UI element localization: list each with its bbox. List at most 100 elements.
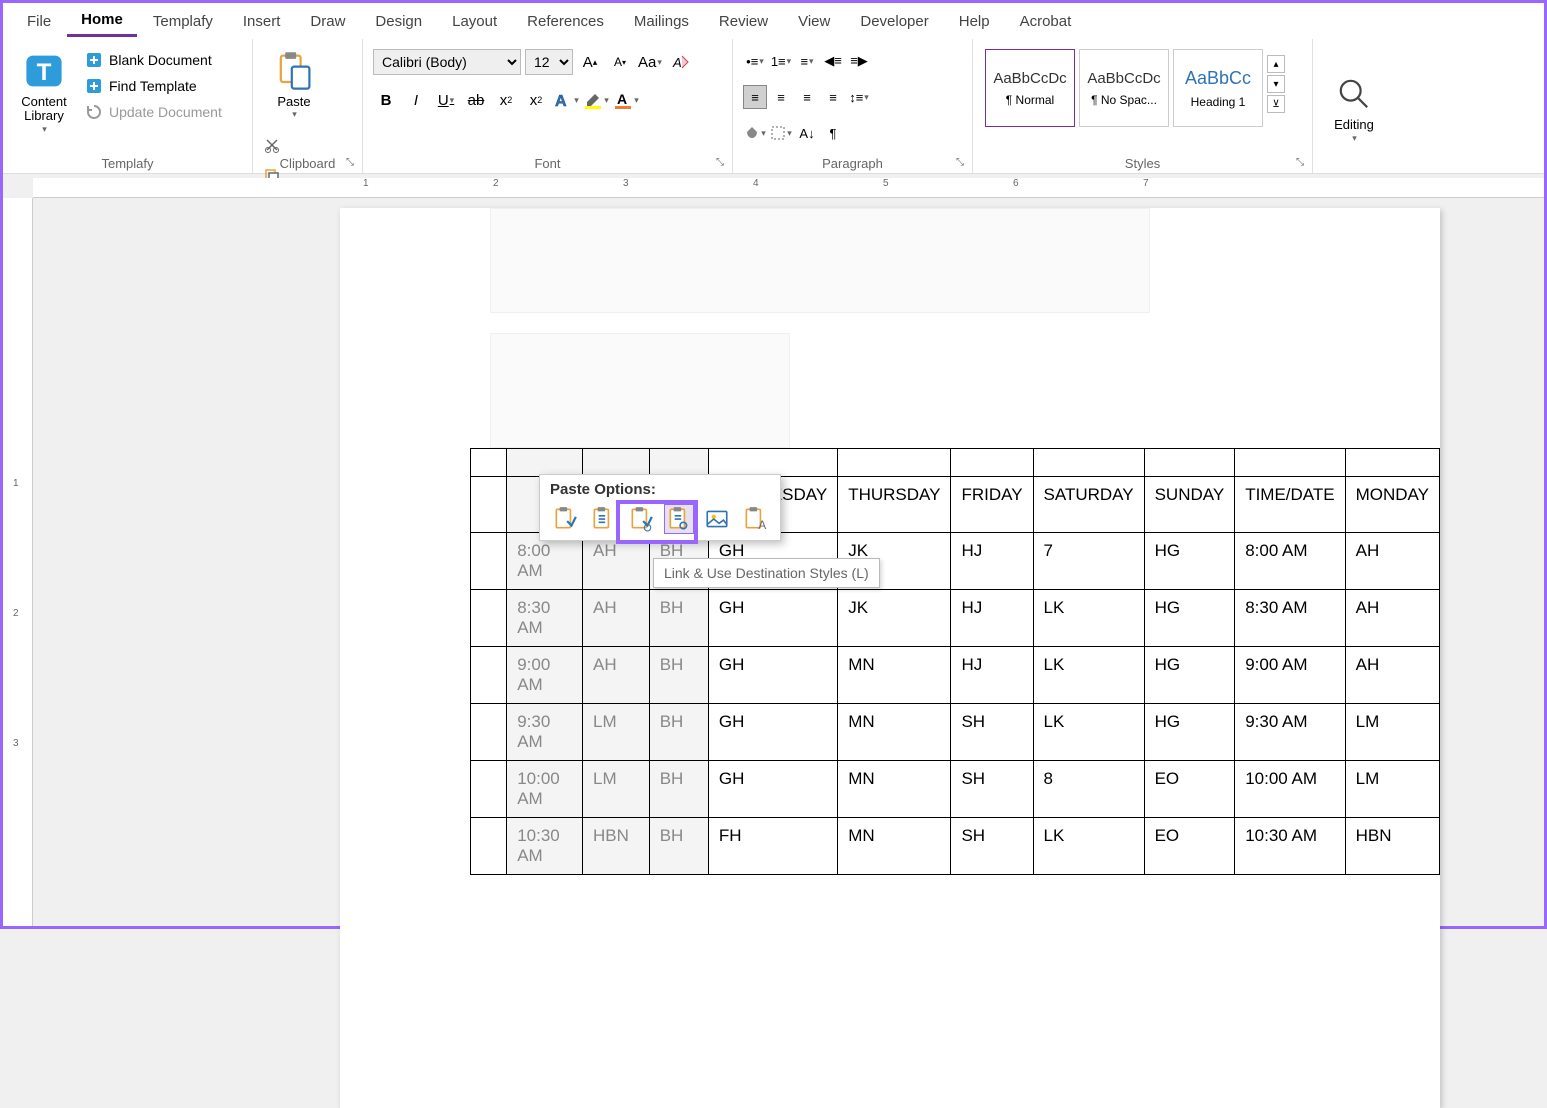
svg-text:A: A <box>672 55 682 70</box>
group-label-font: Font <box>363 156 732 171</box>
group-label-paragraph: Paragraph <box>733 156 972 171</box>
document-page[interactable]: WEDNESDAYTHURSDAYFRIDAYSATURDAYSUNDAYTIM… <box>340 208 1440 1108</box>
svg-text:T: T <box>37 59 52 86</box>
styles-more-button[interactable]: ⊻ <box>1267 95 1285 113</box>
group-editing: Editing ▾ <box>1313 39 1393 173</box>
italic-button[interactable]: I <box>403 87 429 113</box>
group-templafy: T Content Library ▾ Blank Document Find … <box>3 39 253 173</box>
menu-file[interactable]: File <box>13 7 65 36</box>
justify-button[interactable]: ≡ <box>821 85 845 109</box>
menu-templafy[interactable]: Templafy <box>139 7 227 36</box>
editing-button[interactable]: Editing ▾ <box>1319 66 1389 149</box>
paste-link-keep-source-icon[interactable] <box>626 504 656 534</box>
paste-icon <box>272 49 316 93</box>
placeholder-image-2 <box>490 333 790 448</box>
sort-button[interactable]: A↓ <box>795 121 819 145</box>
horizontal-ruler[interactable]: 1 2 3 4 5 6 7 <box>33 178 1544 198</box>
svg-text:A: A <box>758 518 766 532</box>
table-row: 8:00 AMAHBH GHJKHJ7HG8:00 AMAH <box>471 533 1440 590</box>
styles-launcher[interactable]: ⤡ <box>1296 157 1308 169</box>
blank-document-button[interactable]: Blank Document <box>81 49 226 71</box>
table-row: 8:30 AMAHBH GHJKHJLKHG8:30 AMAH <box>471 590 1440 647</box>
paste-text-only-icon[interactable]: A <box>740 504 770 534</box>
menu-draw[interactable]: Draw <box>296 7 359 36</box>
menu-references[interactable]: References <box>513 7 618 36</box>
svg-text:A: A <box>617 91 627 107</box>
group-label-templafy: Templafy <box>3 156 252 171</box>
paste-tooltip: Link & Use Destination Styles (L) <box>653 558 880 588</box>
style-normal[interactable]: AaBbCcDc ¶ Normal <box>985 49 1075 127</box>
paragraph-launcher[interactable]: ⤡ <box>956 157 968 169</box>
subscript-button[interactable]: x2 <box>493 87 519 113</box>
align-left-button[interactable]: ≡ <box>743 85 767 109</box>
menu-acrobat[interactable]: Acrobat <box>1006 7 1086 36</box>
table-row: 9:30 AMLMBH GHMNSHLKHG9:30 AMLM <box>471 704 1440 761</box>
table-row: 10:00 AMLMBH GHMNSH8EO10:00 AMLM <box>471 761 1440 818</box>
group-paragraph: •≡▾ 1≡▾ ≡▾ ◀≡ ≡▶ ≡ ≡ ≡ ≡ ↕≡▾ ▾ ▾ A↓ ¶ Pa… <box>733 39 973 173</box>
font-launcher[interactable]: ⤡ <box>716 157 728 169</box>
table-row: 10:30 AMHBNBH FHMNSHLKEO10:30 AMHBN <box>471 818 1440 875</box>
align-center-button[interactable]: ≡ <box>769 85 793 109</box>
styles-up-button[interactable]: ▴ <box>1267 55 1285 73</box>
menu-view[interactable]: View <box>784 7 844 36</box>
numbering-button[interactable]: 1≡▾ <box>769 49 793 73</box>
clipboard-launcher[interactable]: ⤡ <box>346 157 358 169</box>
increase-font-button[interactable]: A▴ <box>577 49 603 75</box>
font-color-button[interactable]: A▾ <box>613 87 639 113</box>
paste-options-title: Paste Options: <box>550 481 770 498</box>
menu-insert[interactable]: Insert <box>229 7 295 36</box>
vertical-ruler[interactable]: 1 2 3 <box>3 198 33 926</box>
templafy-icon: T <box>22 49 66 93</box>
font-size-select[interactable]: 12 <box>525 49 573 75</box>
font-name-select[interactable]: Calibri (Body) <box>373 49 521 75</box>
menu-developer[interactable]: Developer <box>846 7 942 36</box>
underline-button[interactable]: U▾ <box>433 87 459 113</box>
menu-home[interactable]: Home <box>67 5 137 37</box>
paste-use-destination-icon[interactable] <box>588 504 618 534</box>
placeholder-image-1 <box>490 208 1150 313</box>
group-clipboard: Paste ▾ Clipboard ⤡ <box>253 39 363 173</box>
bullets-button[interactable]: •≡▾ <box>743 49 767 73</box>
group-styles: AaBbCcDc ¶ Normal AaBbCcDc ¶ No Spac... … <box>973 39 1313 173</box>
bold-button[interactable]: B <box>373 87 399 113</box>
clear-formatting-button[interactable]: A <box>667 49 693 75</box>
shading-button[interactable]: ▾ <box>743 121 767 145</box>
change-case-button[interactable]: Aa▾ <box>637 49 663 75</box>
table-row: 9:00 AMAHBH GHMNHJLKHG9:00 AMAH <box>471 647 1440 704</box>
menu-bar: File Home Templafy Insert Draw Design La… <box>3 3 1544 39</box>
decrease-indent-button[interactable]: ◀≡ <box>821 49 845 73</box>
content-library-button[interactable]: T Content Library ▾ <box>9 43 79 173</box>
paste-keep-source-icon[interactable] <box>550 504 580 534</box>
document-area: 1 2 3 4 5 6 7 1 2 3 WEDNESDAYTHURSDAYFRI… <box>3 178 1544 926</box>
paste-picture-icon[interactable] <box>702 504 732 534</box>
highlight-button[interactable]: ▾ <box>583 87 609 113</box>
line-spacing-button[interactable]: ↕≡▾ <box>847 85 871 109</box>
table-row <box>471 449 1440 477</box>
ribbon: T Content Library ▾ Blank Document Find … <box>3 39 1544 174</box>
menu-review[interactable]: Review <box>705 7 782 36</box>
strikethrough-button[interactable]: ab <box>463 87 489 113</box>
menu-help[interactable]: Help <box>945 7 1004 36</box>
group-font: Calibri (Body) 12 A▴ A▾ Aa▾ A B I U▾ ab … <box>363 39 733 173</box>
text-effects-button[interactable]: A▾ <box>553 87 579 113</box>
styles-down-button[interactable]: ▾ <box>1267 75 1285 93</box>
menu-mailings[interactable]: Mailings <box>620 7 703 36</box>
show-marks-button[interactable]: ¶ <box>821 121 845 145</box>
update-document-button[interactable]: Update Document <box>81 101 226 123</box>
style-heading1[interactable]: AaBbCc Heading 1 <box>1173 49 1263 127</box>
find-template-button[interactable]: Find Template <box>81 75 226 97</box>
paste-options-popup: Paste Options: A <box>539 474 781 541</box>
increase-indent-button[interactable]: ≡▶ <box>847 49 871 73</box>
style-no-spacing[interactable]: AaBbCcDc ¶ No Spac... <box>1079 49 1169 127</box>
borders-button[interactable]: ▾ <box>769 121 793 145</box>
paste-button[interactable]: Paste ▾ <box>259 43 329 126</box>
search-icon <box>1332 72 1376 116</box>
svg-text:A: A <box>555 93 567 110</box>
menu-layout[interactable]: Layout <box>438 7 511 36</box>
paste-link-destination-styles-icon[interactable] <box>664 504 694 534</box>
superscript-button[interactable]: x2 <box>523 87 549 113</box>
menu-design[interactable]: Design <box>361 7 436 36</box>
decrease-font-button[interactable]: A▾ <box>607 49 633 75</box>
align-right-button[interactable]: ≡ <box>795 85 819 109</box>
multilevel-button[interactable]: ≡▾ <box>795 49 819 73</box>
